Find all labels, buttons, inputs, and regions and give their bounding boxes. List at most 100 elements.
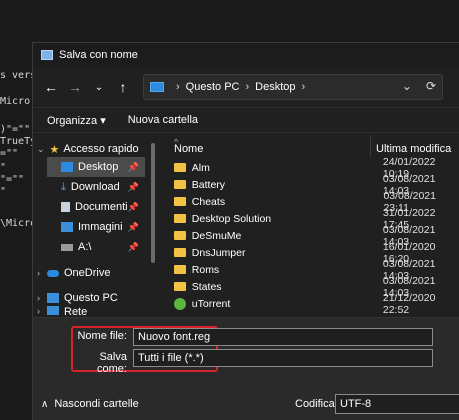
filename-input[interactable]: Nuovo font.reg <box>133 328 433 346</box>
breadcrumb-desktop[interactable]: Desktop <box>255 81 295 93</box>
folder-icon <box>174 214 186 223</box>
file-list: ^ Nome Ultima modifica Alm 24/01/2022 10:… <box>158 135 459 316</box>
chevron-up-icon: ∧ <box>41 398 49 410</box>
sidebar-item-quick-access[interactable]: ⌄ ★ Accesso rapido <box>37 139 139 159</box>
breadcrumb-separator-icon[interactable]: › <box>176 81 180 93</box>
organize-button[interactable]: Organizza ▾ <box>47 114 106 127</box>
folder-icon <box>174 197 186 206</box>
sidebar-item-drive-a[interactable]: A:\ 📌 <box>61 237 145 257</box>
pin-icon: 📌 <box>127 221 139 232</box>
editor-line: " <box>0 162 7 173</box>
hide-folders-button[interactable]: ∧ Nascondi cartelle <box>41 398 139 410</box>
breadcrumb-separator-icon[interactable]: › <box>302 81 306 93</box>
recent-locations-chevron-icon[interactable]: ⌄ <box>87 75 111 99</box>
sidebar-item-label: Accesso rapido <box>63 143 139 155</box>
sidebar-item-label: Immagini <box>78 221 123 233</box>
sidebar-item-label: OneDrive <box>64 267 111 279</box>
sidebar-item-label: A:\ <box>78 241 92 253</box>
navigation-pane: ⌄ ★ Accesso rapido Desktop 📌 ⤓ Download … <box>33 135 153 315</box>
address-bar[interactable]: › Questo PC › Desktop › ⌄ ⟳ <box>143 74 443 100</box>
folder-icon <box>174 248 186 257</box>
file-name: Roms <box>191 263 220 276</box>
sidebar-item-desktop[interactable]: Desktop 📌 <box>47 157 145 177</box>
image-icon <box>61 222 73 232</box>
app-icon <box>174 297 186 310</box>
save-as-dialog: Salva con nome ← → ⌄ ↑ › Questo PC › Des… <box>32 42 459 420</box>
navigation-bar: ← → ⌄ ↑ › Questo PC › Desktop › ⌄ ⟳ <box>33 69 459 105</box>
editor-line: s vers <box>0 70 37 81</box>
editor-line: ="" <box>0 148 19 159</box>
editor-line: Micro <box>0 96 31 107</box>
file-name: DeSmuMe <box>191 229 242 242</box>
editor-line: )"="" <box>0 124 31 135</box>
file-name: States <box>191 280 222 293</box>
notepad-icon <box>41 50 53 60</box>
file-name: Cheats <box>191 195 226 208</box>
column-divider[interactable] <box>370 135 371 157</box>
folder-location-icon <box>150 82 164 92</box>
sidebar-item-immagini[interactable]: Immagini 📌 <box>61 217 145 237</box>
dialog-title: Salva con nome <box>59 49 138 61</box>
sidebar-item-rete[interactable]: › Rete <box>37 306 87 315</box>
pin-icon: 📌 <box>127 181 139 192</box>
network-icon <box>47 306 59 315</box>
save-footer: Nome file: Nuovo font.reg Salva come: Tu… <box>33 317 459 420</box>
folder-icon <box>174 265 186 274</box>
new-folder-button[interactable]: Nuova cartella <box>128 114 198 126</box>
sidebar-item-download[interactable]: ⤓ Download 📌 <box>61 177 145 197</box>
refresh-icon[interactable]: ⟳ <box>426 79 436 93</box>
editor-line: \Micro <box>0 218 37 229</box>
sidebar-item-documenti[interactable]: Documenti 📌 <box>61 197 145 217</box>
pin-icon: 📌 <box>127 241 139 252</box>
file-name: DnsJumper <box>191 246 246 259</box>
back-arrow-icon[interactable]: ← <box>39 75 63 99</box>
file-name: uTorrent <box>191 297 231 310</box>
file-row[interactable]: uTorrent 21/12/2020 22:52 <box>158 292 459 316</box>
desktop-icon <box>61 162 73 172</box>
editor-line: "="" <box>0 174 25 185</box>
sidebar-item-label: Rete <box>64 306 88 315</box>
sidebar-item-label: Download <box>70 181 120 193</box>
editor-line: " <box>0 186 7 197</box>
encoding-label: Codifica: <box>295 398 338 410</box>
sidebar-item-questo-pc[interactable]: › Questo PC <box>37 288 118 308</box>
folder-icon <box>174 282 186 291</box>
file-date: 21/12/2020 22:52 <box>382 291 436 316</box>
organize-label: Organizza <box>47 114 98 127</box>
breadcrumb-questo-pc[interactable]: Questo PC <box>186 81 240 93</box>
forward-arrow-icon[interactable]: → <box>63 75 87 99</box>
chevron-right-icon[interactable]: › <box>37 268 40 278</box>
folder-icon <box>174 163 186 172</box>
sidebar-item-onedrive[interactable]: › OneDrive <box>37 263 110 283</box>
address-dropdown-chevron-icon[interactable]: ⌄ <box>402 79 412 93</box>
savetype-label: Salva come: <box>97 351 127 375</box>
cloud-icon <box>47 269 59 277</box>
sidebar-item-label: Questo PC <box>64 292 118 304</box>
chevron-right-icon[interactable]: › <box>37 306 40 315</box>
navigation-pane-scrollbar[interactable] <box>151 143 155 263</box>
pin-icon: 📌 <box>127 201 139 212</box>
hide-folders-label: Nascondi cartelle <box>54 398 139 410</box>
folder-icon <box>174 180 186 189</box>
pin-icon: 📌 <box>127 161 139 172</box>
file-name: Desktop Solution <box>191 212 272 225</box>
pc-icon <box>47 293 59 303</box>
folder-icon <box>174 231 186 240</box>
up-arrow-icon[interactable]: ↑ <box>111 75 135 99</box>
encoding-select[interactable]: UTF-8 <box>335 394 459 414</box>
file-name: Battery <box>191 178 226 191</box>
file-name: Alm <box>191 161 210 174</box>
star-icon: ★ <box>49 143 60 156</box>
document-icon <box>61 202 70 212</box>
download-icon: ⤓ <box>61 180 66 193</box>
chevron-down-icon[interactable]: ⌄ <box>37 144 45 155</box>
chevron-right-icon[interactable]: › <box>37 293 40 303</box>
drive-icon <box>61 243 73 251</box>
dialog-titlebar[interactable]: Salva con nome <box>33 43 459 67</box>
breadcrumb-separator-icon[interactable]: › <box>245 81 249 93</box>
command-bar: Organizza ▾ Nuova cartella <box>33 107 459 133</box>
filename-label: Nome file: <box>77 330 127 342</box>
editor-line: TrueTy <box>0 136 37 147</box>
savetype-select[interactable]: Tutti i file (*.*) <box>133 349 433 367</box>
sidebar-item-label: Desktop <box>78 161 119 173</box>
